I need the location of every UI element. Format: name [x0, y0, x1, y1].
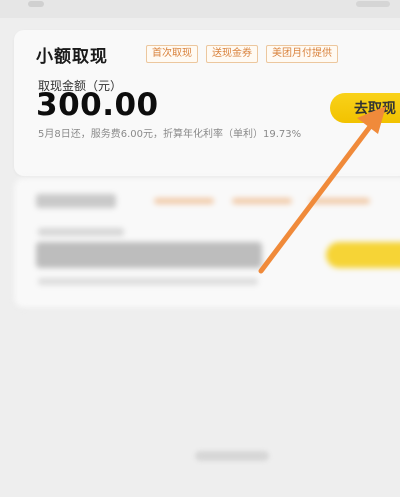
- blurred-description: [38, 278, 258, 285]
- bottom-handle: [195, 451, 269, 461]
- card-title: 小额取现: [36, 47, 108, 67]
- withdraw-button[interactable]: 去取现: [330, 93, 400, 123]
- back-icon[interactable]: [28, 1, 44, 7]
- blurred-card: [14, 178, 400, 308]
- blurred-tag: [310, 198, 370, 204]
- blurred-amount: [36, 242, 262, 268]
- blurred-tag: [232, 198, 292, 204]
- top-bar: [0, 0, 400, 18]
- fee-description: 5月8日还，服务费6.00元，折算年化利率（单利）19.73%: [38, 129, 302, 140]
- blurred-label: [38, 228, 124, 236]
- more-icon[interactable]: [356, 1, 390, 7]
- amount-value: 300.00: [36, 87, 159, 123]
- blurred-title: [36, 194, 116, 208]
- tag-cash-coupon: 送现金券: [206, 45, 258, 63]
- blurred-button[interactable]: [326, 242, 400, 268]
- tag-first-withdraw: 首次取现: [146, 45, 198, 63]
- blurred-tag: [154, 198, 214, 204]
- tag-provider: 美团月付提供: [266, 45, 338, 63]
- tag-list: 首次取现 送现金券 美团月付提供: [146, 45, 338, 63]
- small-cash-card: 小额取现 首次取现 送现金券 美团月付提供 取现金额（元） 300.00 去取现…: [14, 30, 400, 176]
